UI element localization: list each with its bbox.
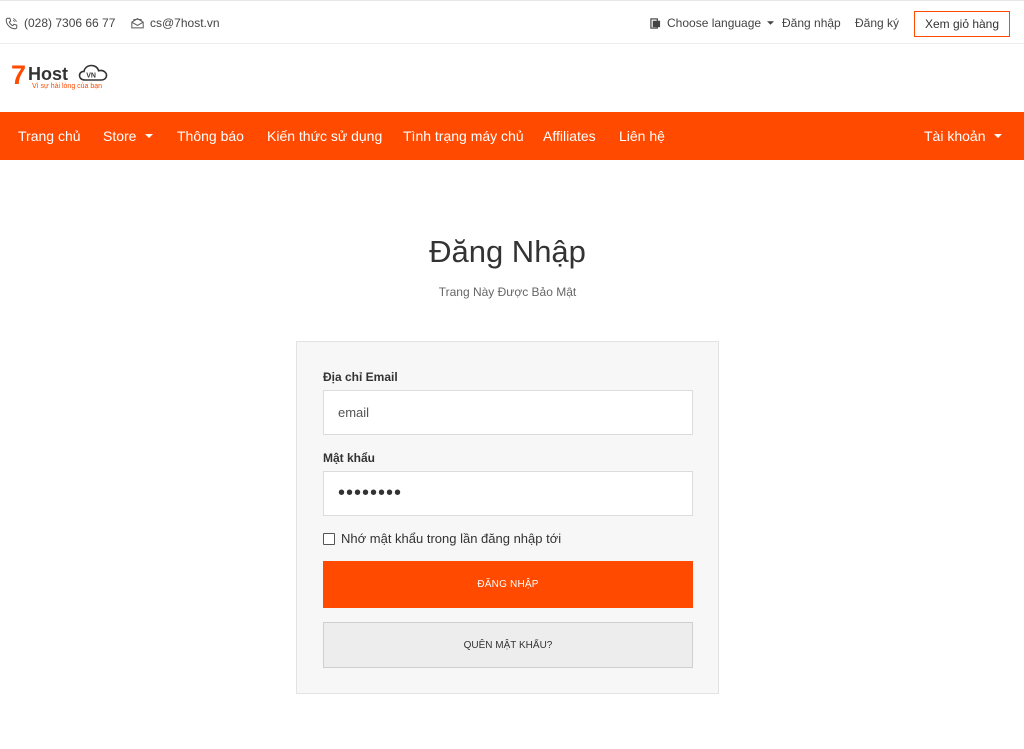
envelope-icon — [131, 17, 144, 29]
cloud-icon: VN — [78, 64, 108, 81]
phone-contact[interactable]: (028) 7306 66 77 — [5, 1, 115, 45]
login-link[interactable]: Đăng nhập — [782, 1, 841, 45]
logo-tagline: Vì sự hài lòng của bạn — [32, 83, 103, 90]
nav-item-label: Tình trạng máy chủ — [403, 128, 524, 144]
remember-me-label: Nhớ mật khẩu trong lần đăng nhập tới — [341, 531, 562, 546]
remember-me[interactable]: Nhớ mật khẩu trong lần đăng nhập tới — [323, 531, 561, 546]
email-address: cs@7host.vn — [150, 16, 220, 30]
top-bar: (028) 7306 66 77 cs@7host.vn Choose lang… — [0, 0, 1024, 44]
nav-item-label: Tài khoản — [924, 128, 986, 144]
nav-item-label: Liên hệ — [619, 128, 665, 144]
remember-me-checkbox[interactable] — [323, 532, 335, 545]
login-form: Địa chỉ Email email Mật khẩu •••••••• Nh… — [296, 341, 719, 694]
language-flag-icon — [650, 17, 661, 29]
phone-number: (028) 7306 66 77 — [24, 16, 116, 30]
nav-item-label: Thông báo — [177, 128, 244, 144]
password-field-value: •••••••• — [338, 482, 403, 504]
chevron-down-icon — [145, 134, 154, 138]
nav-item-store[interactable]: Store — [103, 112, 154, 160]
language-label: Choose language — [667, 16, 762, 30]
nav-item-account[interactable]: Tài khoản — [924, 112, 1003, 160]
nav-item-label: Trang chủ — [18, 128, 81, 144]
password-label: Mật khẩu — [323, 451, 376, 465]
phone-icon — [5, 17, 18, 29]
nav-item-label: Kiến thức sử dụng — [267, 128, 383, 144]
view-cart-button[interactable]: Xem giỏ hàng — [914, 11, 1010, 37]
nav-item-label: Affiliates — [543, 128, 596, 144]
logo-name: Host — [28, 64, 68, 84]
login-button[interactable]: ĐĂNG NHẬP — [323, 561, 693, 608]
nav-item-label: Store — [103, 128, 137, 144]
chevron-down-icon — [767, 21, 775, 25]
email-field[interactable]: email — [323, 390, 693, 435]
nav-item-home[interactable]: Trang chủ — [18, 112, 81, 160]
site-logo[interactable]: 7 Host VN Vì sự hài lòng của bạn — [11, 60, 121, 94]
language-selector[interactable]: Choose language — [650, 1, 775, 45]
logo-badge: VN — [86, 72, 96, 79]
nav-item-server-status[interactable]: Tình trạng máy chủ — [403, 112, 524, 160]
logo-number: 7 — [11, 60, 27, 90]
register-link[interactable]: Đăng ký — [855, 1, 899, 45]
chevron-down-icon — [994, 134, 1003, 138]
nav-item-announcements[interactable]: Thông báo — [177, 112, 244, 160]
nav-item-affiliates[interactable]: Affiliates — [543, 112, 596, 160]
email-contact[interactable]: cs@7host.vn — [131, 1, 220, 45]
email-field-value: email — [338, 405, 370, 420]
page-subtitle: Trang Này Được Bảo Mật — [438, 285, 577, 299]
main-navigation: Trang chủ Store Thông báo Kiến thức sử d… — [0, 112, 1024, 160]
nav-item-knowledgebase[interactable]: Kiến thức sử dụng — [267, 112, 382, 160]
email-label: Địa chỉ Email — [323, 370, 398, 384]
password-field[interactable]: •••••••• — [323, 471, 693, 516]
forgot-password-button[interactable]: QUÊN MẬT KHẨU? — [323, 622, 693, 668]
page-title: Đăng Nhập — [429, 234, 586, 269]
nav-item-contact[interactable]: Liên hệ — [619, 112, 665, 160]
